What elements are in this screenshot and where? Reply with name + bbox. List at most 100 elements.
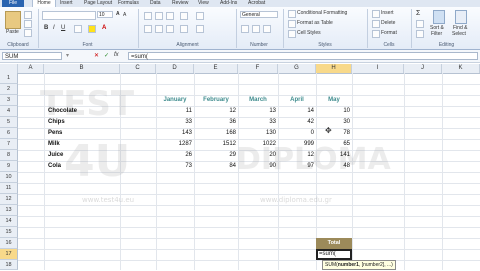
comma-style-icon[interactable]: [263, 25, 271, 33]
conditional-formatting-button[interactable]: Conditional Formatting: [297, 10, 347, 16]
value-cell: 33: [269, 119, 276, 125]
autosum-icon[interactable]: Σ: [416, 10, 420, 17]
row-header[interactable]: 5: [0, 117, 18, 128]
insert-cells-button[interactable]: Insert: [381, 10, 394, 16]
borders-icon[interactable]: [74, 25, 82, 33]
indent-icon[interactable]: [180, 25, 188, 33]
tab-add-ins[interactable]: Add-Ins: [220, 0, 237, 7]
delete-cells-button[interactable]: Delete: [381, 20, 395, 26]
row-header[interactable]: 9: [0, 161, 18, 172]
find-select-label-2[interactable]: Select: [452, 31, 466, 37]
tab-file[interactable]: File: [2, 0, 24, 7]
active-cell-editor[interactable]: =sum(: [316, 249, 352, 260]
font-color-icon[interactable]: A: [102, 25, 106, 31]
column-header[interactable]: F: [238, 64, 278, 73]
sort-filter-icon[interactable]: [433, 10, 445, 24]
value-cell: 26: [185, 152, 192, 158]
row-header[interactable]: 8: [0, 150, 18, 161]
tab-review[interactable]: Review: [172, 0, 188, 7]
cell-styles-button[interactable]: Cell Styles: [297, 30, 321, 36]
tab-view[interactable]: View: [198, 0, 209, 7]
row-header-selected[interactable]: 17: [0, 249, 18, 260]
column-header[interactable]: G: [278, 64, 316, 73]
row-header[interactable]: 3: [0, 95, 18, 106]
value-cell: 12: [307, 152, 314, 158]
column-header[interactable]: A: [18, 64, 44, 73]
row-header[interactable]: 2: [0, 84, 18, 95]
orientation-icon[interactable]: [180, 12, 188, 20]
align-right-icon[interactable]: [166, 25, 174, 33]
wrap-text-icon[interactable]: [196, 12, 204, 20]
font-name-box[interactable]: [42, 11, 96, 20]
format-as-table-icon[interactable]: [288, 20, 296, 28]
copy-icon[interactable]: [24, 20, 32, 28]
grid-row-line: [18, 194, 480, 195]
grow-font-icon[interactable]: A: [116, 11, 120, 17]
conditional-formatting-icon[interactable]: [288, 10, 296, 18]
row-header[interactable]: 13: [0, 205, 18, 216]
align-center-icon[interactable]: [155, 25, 163, 33]
cancel-icon[interactable]: ✕: [94, 52, 99, 59]
column-header[interactable]: E: [194, 64, 238, 73]
paste-icon[interactable]: [5, 11, 21, 29]
enter-icon[interactable]: ✓: [104, 52, 109, 59]
grid-row-line: [18, 249, 480, 250]
currency-icon[interactable]: [241, 25, 249, 33]
fill-color-icon[interactable]: [88, 25, 96, 33]
tab-page-layout[interactable]: Page Layout: [84, 0, 112, 7]
name-box-dropdown-icon[interactable]: ▾: [66, 52, 69, 59]
row-header[interactable]: 11: [0, 183, 18, 194]
insert-function-icon[interactable]: fx: [114, 52, 119, 58]
format-as-table-button[interactable]: Format as Table: [297, 20, 333, 26]
formula-input[interactable]: =sum(: [128, 52, 478, 60]
row-header[interactable]: 10: [0, 172, 18, 183]
tab-data[interactable]: Data: [150, 0, 161, 7]
clear-icon[interactable]: [416, 30, 424, 38]
column-header[interactable]: D: [156, 64, 194, 73]
select-all-corner[interactable]: [0, 64, 18, 73]
column-header-selected[interactable]: H: [316, 64, 352, 73]
row-header[interactable]: 12: [0, 194, 18, 205]
row-header[interactable]: 16: [0, 238, 18, 249]
row-header[interactable]: 7: [0, 139, 18, 150]
format-cells-icon[interactable]: [372, 30, 380, 38]
fill-icon[interactable]: [416, 20, 424, 28]
align-middle-icon[interactable]: [155, 12, 163, 20]
row-header[interactable]: 1: [0, 73, 18, 84]
find-select-icon[interactable]: [455, 10, 467, 24]
underline-icon[interactable]: U: [61, 25, 65, 31]
align-top-icon[interactable]: [144, 12, 152, 20]
align-left-icon[interactable]: [144, 25, 152, 33]
row-header[interactable]: 4: [0, 106, 18, 117]
tab-formulas[interactable]: Formulas: [118, 0, 139, 7]
cut-icon[interactable]: [24, 11, 32, 19]
column-header[interactable]: K: [442, 64, 480, 73]
italic-icon[interactable]: I: [53, 25, 55, 31]
column-header[interactable]: B: [44, 64, 120, 73]
merge-center-icon[interactable]: [196, 25, 204, 33]
paste-button[interactable]: Paste: [6, 29, 19, 35]
font-size-box[interactable]: 10: [97, 11, 113, 18]
format-painter-icon[interactable]: [24, 29, 32, 37]
format-cells-button[interactable]: Format: [381, 30, 397, 36]
column-header[interactable]: J: [404, 64, 442, 73]
cell-styles-icon[interactable]: [288, 30, 296, 38]
bold-icon[interactable]: B: [44, 25, 48, 31]
delete-cells-icon[interactable]: [372, 20, 380, 28]
row-header[interactable]: 14: [0, 216, 18, 227]
column-header[interactable]: I: [352, 64, 404, 73]
row-header[interactable]: 6: [0, 128, 18, 139]
percent-icon[interactable]: [252, 25, 260, 33]
cells-group-label: Cells: [383, 42, 395, 48]
tab-insert[interactable]: Insert: [60, 0, 73, 7]
insert-cells-icon[interactable]: [372, 10, 380, 18]
name-box[interactable]: SUM: [2, 52, 62, 60]
tab-acrobat[interactable]: Acrobat: [248, 0, 265, 7]
row-header[interactable]: 18: [0, 260, 18, 270]
shrink-font-icon[interactable]: A: [123, 12, 126, 18]
align-bottom-icon[interactable]: [166, 12, 174, 20]
column-header[interactable]: C: [120, 64, 156, 73]
sort-filter-label-2[interactable]: Filter: [431, 31, 442, 37]
row-header[interactable]: 15: [0, 227, 18, 238]
number-format-dropdown[interactable]: General: [240, 11, 278, 18]
